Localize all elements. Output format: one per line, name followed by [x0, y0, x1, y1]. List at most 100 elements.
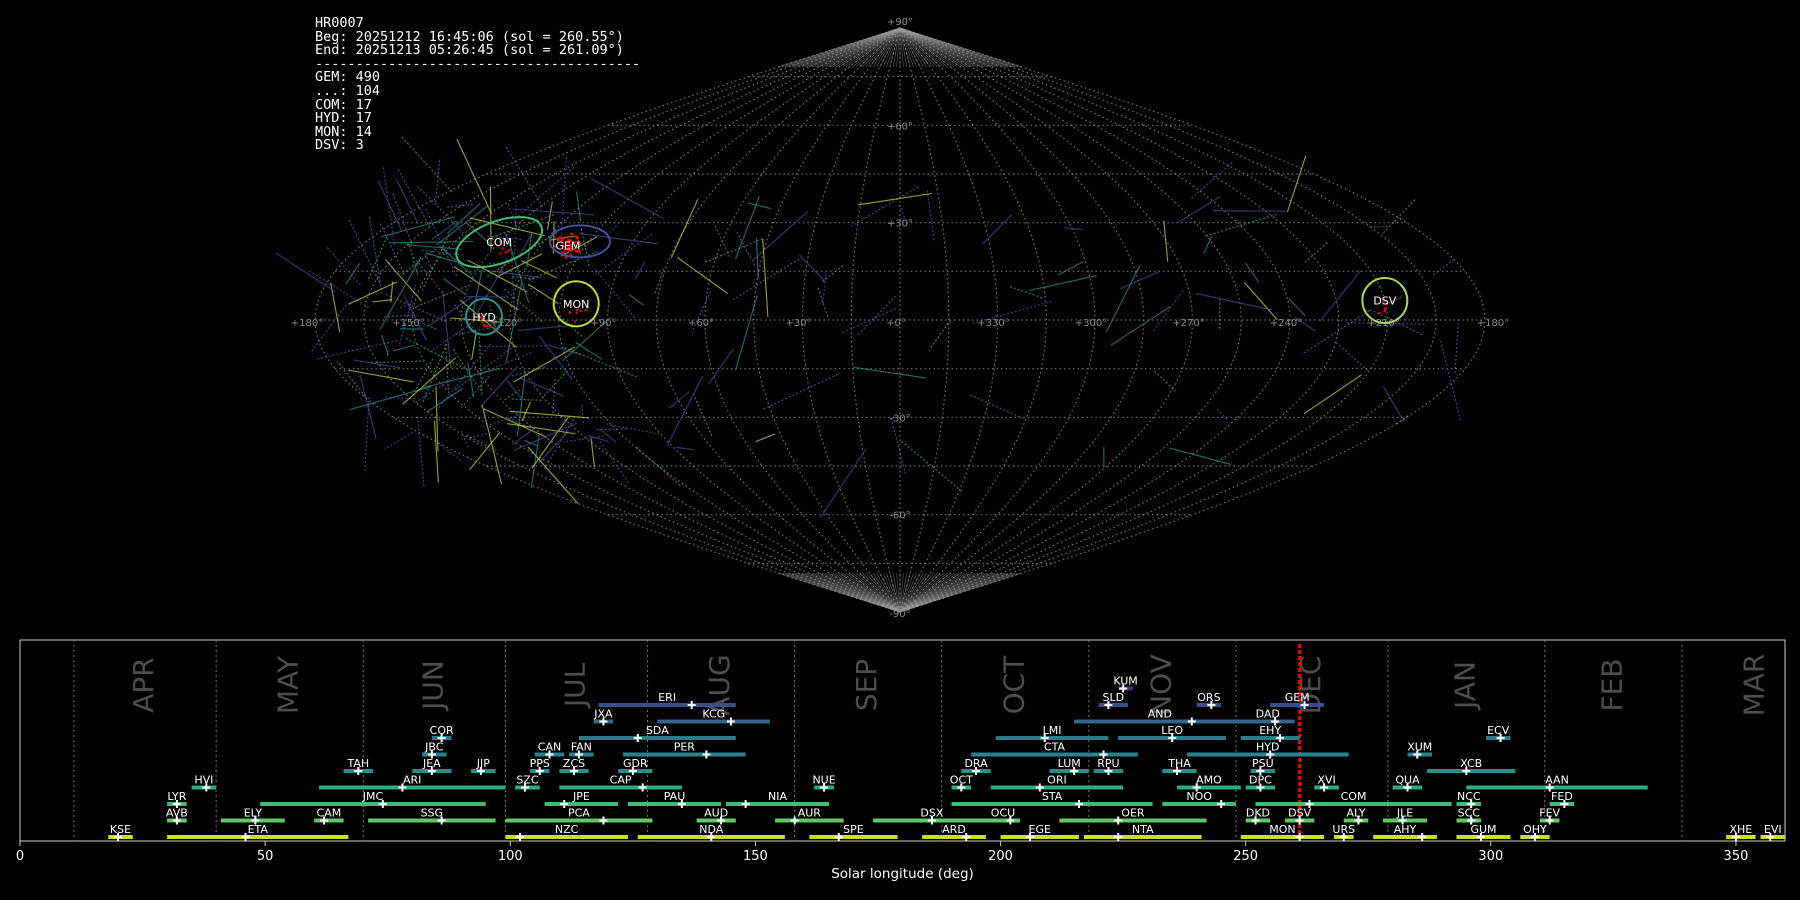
meteor-trail	[1205, 213, 1279, 237]
shower-label: CTA	[1044, 741, 1066, 754]
meteor-trail	[822, 264, 845, 283]
shower-dad: DAD	[1240, 708, 1295, 726]
meteor-trail	[435, 157, 441, 203]
meteor-trail	[858, 192, 933, 206]
shower-cor: COR	[430, 724, 454, 742]
month-label: MAY	[272, 655, 305, 714]
meteor-trail	[516, 324, 574, 332]
meteor-trail	[1029, 275, 1097, 292]
x-tick-label: 200	[988, 849, 1013, 864]
shower-label: COM	[1341, 790, 1367, 803]
meteor-trail	[368, 216, 383, 294]
shower-label: DAD	[1256, 708, 1280, 721]
shower-label: STA	[1042, 790, 1063, 803]
meteor-trail	[609, 219, 623, 234]
shower-label: PCA	[568, 807, 590, 820]
shower-label: LUM	[1058, 757, 1081, 770]
shower-label: NCC	[1457, 790, 1481, 803]
shower-label: DKD	[1246, 807, 1270, 820]
shower-gdr: GDR	[618, 757, 653, 775]
shower-nta: NTA	[1083, 823, 1202, 841]
shower-dkd: DKD	[1245, 807, 1271, 825]
shower-label: NTA	[1132, 823, 1154, 836]
shower-nia: NIA	[726, 790, 829, 808]
lon-tick-label: +270°	[1172, 318, 1204, 329]
shower-label: DRA	[964, 757, 988, 770]
meteor-trail	[1304, 242, 1328, 263]
meteor-trail	[1319, 270, 1361, 322]
meteor-trail	[890, 417, 906, 474]
lon-tick-label: +60°	[688, 318, 714, 329]
radiant-label: DSV	[1373, 295, 1396, 308]
shower-xvi: XVI	[1314, 774, 1339, 792]
lat-tick-label: +30°	[887, 219, 913, 230]
shower-label: TAH	[346, 757, 369, 770]
radiant-point	[507, 248, 511, 252]
shower-label: CAM	[317, 807, 342, 820]
shower-label: LYR	[167, 790, 186, 803]
shower-hyd: HYD	[1186, 741, 1349, 759]
shower-spe: SPE	[809, 823, 898, 841]
shower-fan: FAN	[569, 741, 594, 759]
meteor-trail	[436, 205, 489, 246]
shower-label: AAN	[1545, 774, 1569, 787]
shower-ncc: NCC	[1456, 790, 1482, 808]
shower-label: OER	[1121, 807, 1145, 820]
month-label: JUN	[416, 660, 449, 712]
meteor-trail	[521, 402, 531, 422]
radiant-point	[499, 252, 502, 255]
radiant-label: MON	[563, 298, 589, 311]
shower-oct: OCT	[950, 774, 973, 792]
meteor-trail	[982, 214, 1013, 245]
shower-label: KSE	[110, 823, 131, 836]
shower-xhe: XHE	[1726, 823, 1756, 841]
shower-pca: PCA	[505, 807, 653, 825]
shower-label: ERI	[658, 691, 676, 704]
shower-fev: FEV	[1539, 807, 1561, 825]
meteor-trail	[763, 372, 841, 410]
shower-label: PSU	[1252, 757, 1274, 770]
radiant-point	[566, 235, 570, 239]
shower-label: MON	[1269, 823, 1295, 836]
shower-oer: OER	[1059, 807, 1207, 825]
radiant-point	[574, 320, 577, 323]
shower-jxa: JXA	[593, 708, 614, 726]
shower-label: PER	[674, 741, 696, 754]
shower-label: AUR	[798, 807, 822, 820]
meteor-trail	[1064, 227, 1083, 231]
shower-peak	[633, 734, 642, 742]
shower-peak	[1295, 833, 1304, 841]
shower-urs: URS	[1332, 823, 1355, 841]
shower-label: GDR	[623, 757, 648, 770]
shower-lyr: LYR	[167, 790, 187, 808]
shower-xcb: XCB	[1427, 757, 1516, 775]
meteor-trail	[381, 335, 389, 356]
meteor-trail	[762, 238, 769, 318]
meteor-trail	[1301, 310, 1370, 355]
shower-label: ELY	[244, 807, 263, 820]
meteor-trail	[1110, 306, 1171, 346]
meteor-trail	[426, 387, 463, 413]
shower-peak	[687, 701, 696, 709]
radiant-point	[1383, 310, 1386, 313]
shower-label: OCT	[950, 774, 973, 787]
meteor-trail	[309, 270, 370, 309]
radiant-label: GEM	[555, 239, 580, 252]
shower-dsv: DSV	[1284, 807, 1315, 825]
shower-jea: JEA	[412, 757, 452, 775]
shower-label: EVI	[1764, 823, 1782, 836]
shower-nda: NDA	[637, 823, 785, 841]
shower-xum: XUM	[1407, 741, 1432, 759]
meteor-trail	[1203, 235, 1213, 254]
shower-kum: KUM	[1113, 675, 1138, 693]
month-label: OCT	[997, 655, 1030, 715]
meteor-trail	[395, 178, 419, 225]
meteor-trail	[416, 285, 468, 308]
meteor-trail	[670, 198, 699, 258]
meteor-trail	[901, 440, 964, 493]
shower-label: SLD	[1103, 691, 1125, 704]
shower-peak	[702, 750, 711, 759]
radiant-point	[575, 235, 579, 239]
shower-label: OHY	[1523, 823, 1547, 836]
meteor-trail	[562, 435, 604, 443]
